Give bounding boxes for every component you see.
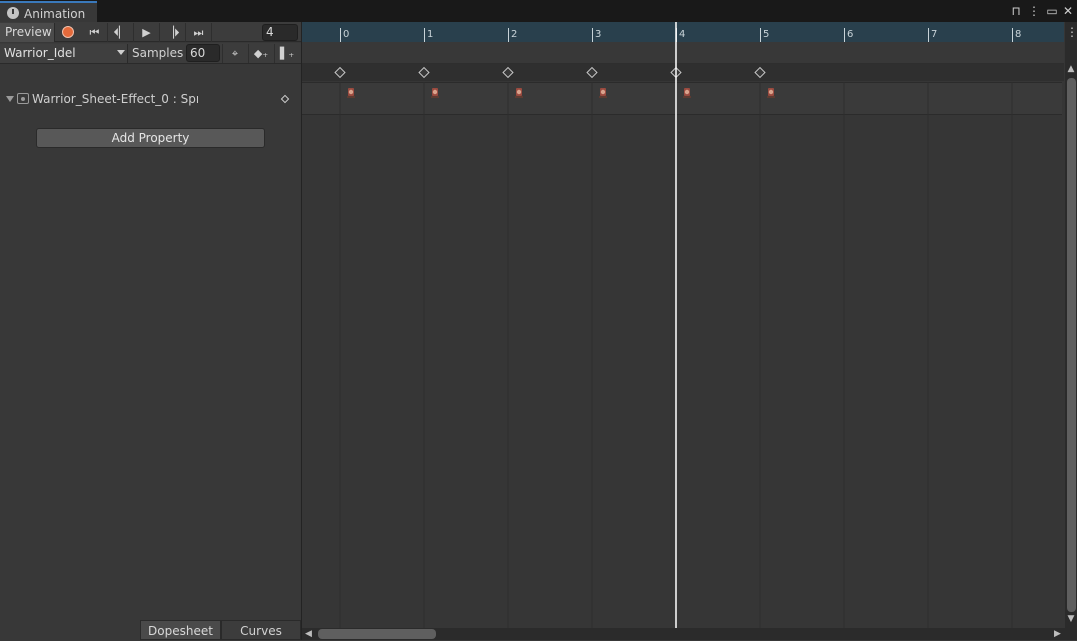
clip-select-dropdown[interactable]: Warrior_Idel bbox=[0, 44, 128, 63]
ruler-label: 4 bbox=[679, 29, 685, 40]
chevron-down-icon bbox=[117, 50, 125, 55]
sprite-keyframe-icon[interactable] bbox=[767, 88, 775, 98]
sprite-keyframe-icon[interactable] bbox=[683, 88, 691, 98]
horizontal-scroll-thumb[interactable] bbox=[318, 629, 436, 639]
ruler-label: 6 bbox=[847, 29, 853, 40]
ruler-label: 0 bbox=[343, 29, 349, 40]
sprite-renderer-icon bbox=[17, 93, 29, 104]
clock-icon bbox=[7, 7, 19, 19]
sprite-keyframe-icon[interactable] bbox=[431, 88, 439, 98]
preview-button[interactable]: Preview bbox=[0, 23, 55, 42]
scroll-down-icon[interactable]: ▼ bbox=[1066, 614, 1076, 626]
add-property-button[interactable]: Add Property bbox=[36, 128, 265, 148]
samples-label: Samples bbox=[132, 46, 184, 60]
crosshair-icon[interactable]: ⌖ bbox=[222, 44, 247, 63]
close-icon[interactable]: ✕ bbox=[1061, 3, 1075, 19]
tab-dopesheet[interactable]: Dopesheet bbox=[140, 620, 221, 640]
samples-field[interactable]: 60 bbox=[186, 44, 220, 62]
animation-tab[interactable]: Animation bbox=[0, 1, 97, 22]
property-label: Warrior_Sheet-Effect_0 : Sprite bbox=[32, 92, 198, 106]
scroll-right-icon[interactable]: ▶ bbox=[1054, 628, 1064, 640]
expand-arrow-icon[interactable] bbox=[6, 96, 14, 102]
summary-keyframe bbox=[586, 66, 598, 79]
summary-keyframe bbox=[502, 66, 514, 79]
timeline-overlay: 0 1 2 3 4 5 6 7 8 bbox=[302, 22, 1064, 628]
lock-icon[interactable]: ⊓ bbox=[1009, 3, 1023, 19]
first-keyframe-button[interactable]: ⏮ bbox=[82, 23, 108, 42]
ruler-label: 8 bbox=[1015, 29, 1021, 40]
current-frame-field[interactable]: 4 bbox=[262, 24, 298, 41]
record-button[interactable] bbox=[56, 23, 82, 42]
animation-tab-label: Animation bbox=[24, 7, 86, 21]
next-keyframe-button[interactable]: ▕⏵ bbox=[160, 23, 186, 42]
add-keyframe-icon[interactable]: ◆₊ bbox=[248, 44, 273, 63]
sprite-keyframe-icon[interactable] bbox=[515, 88, 523, 98]
maximize-icon[interactable]: ▭ bbox=[1045, 3, 1059, 19]
summary-keyframe bbox=[334, 66, 346, 79]
kebab-menu-icon[interactable]: ⋮ bbox=[1027, 3, 1041, 19]
sprite-keyframe-icon[interactable] bbox=[347, 88, 355, 98]
ruler-label: 7 bbox=[931, 29, 937, 40]
ruler-label: 2 bbox=[511, 29, 517, 40]
sprite-keyframe-icon[interactable] bbox=[599, 88, 607, 98]
vertical-scroll-thumb[interactable] bbox=[1067, 78, 1076, 612]
ruler-label: 3 bbox=[595, 29, 601, 40]
previous-keyframe-button[interactable]: ⏴▏ bbox=[108, 23, 134, 42]
tab-curves[interactable]: Curves bbox=[221, 620, 301, 640]
scroll-left-icon[interactable]: ◀ bbox=[305, 628, 315, 640]
add-event-icon[interactable]: ▌₊ bbox=[274, 44, 299, 63]
timeline-svg: 0 1 2 3 4 5 6 7 8 bbox=[334, 22, 1021, 628]
ruler-label: 5 bbox=[763, 29, 769, 40]
preview-label: Preview bbox=[5, 25, 52, 39]
ruler-label: 1 bbox=[427, 29, 433, 40]
summary-keyframe bbox=[754, 66, 766, 79]
kebab-menu-icon[interactable]: ⋮ bbox=[1066, 24, 1077, 40]
scroll-up-icon[interactable]: ▲ bbox=[1066, 64, 1076, 76]
last-keyframe-button[interactable]: ⏭ bbox=[186, 23, 212, 42]
window-tab-bar bbox=[0, 0, 1077, 22]
play-button[interactable]: ▶ bbox=[134, 23, 160, 42]
clip-name: Warrior_Idel bbox=[4, 46, 76, 60]
property-panel bbox=[0, 22, 301, 640]
summary-keyframe bbox=[418, 66, 430, 79]
